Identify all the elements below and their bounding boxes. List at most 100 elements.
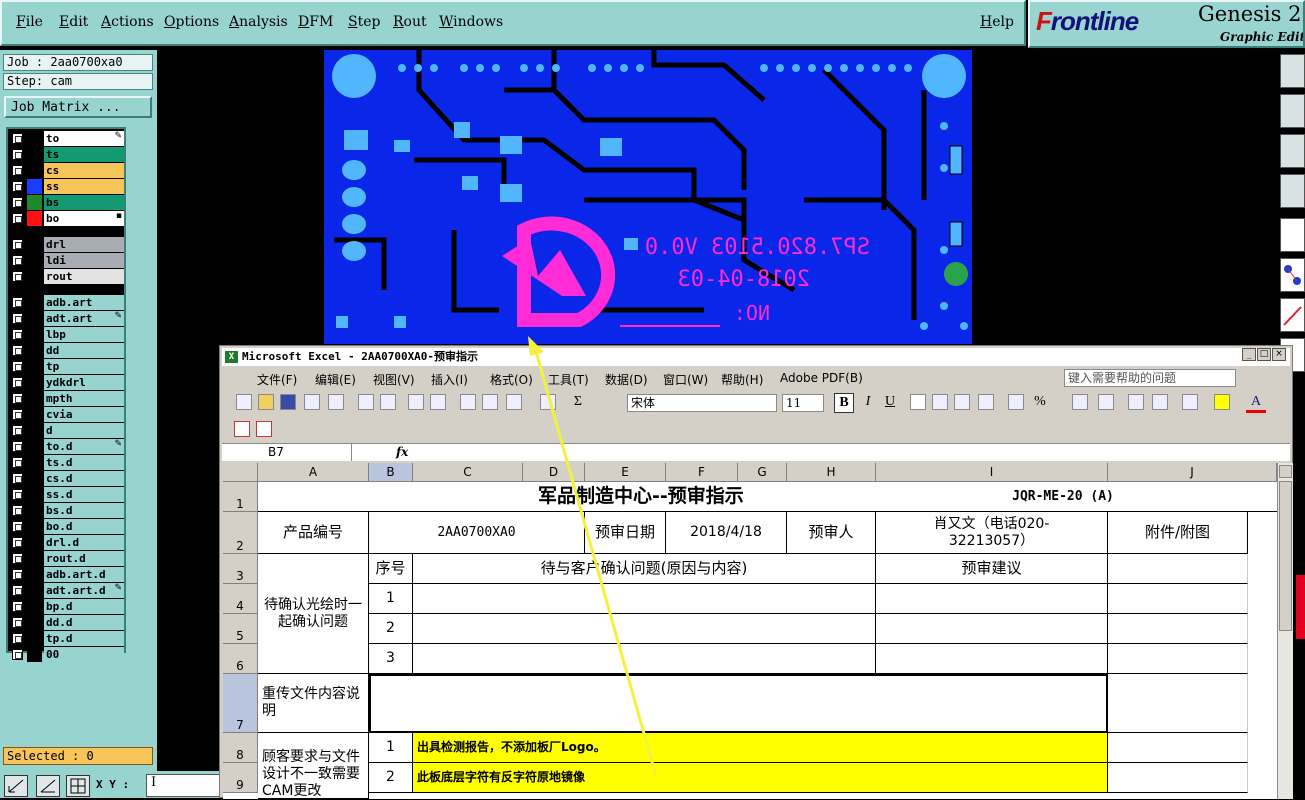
layer-name[interactable]: ldi bbox=[44, 253, 124, 268]
fill-color-icon[interactable] bbox=[1214, 394, 1230, 410]
layer-row[interactable]: d bbox=[10, 423, 124, 438]
reviewer-label[interactable]: 预审人 bbox=[787, 512, 876, 554]
font-size-select[interactable]: 11 bbox=[782, 394, 824, 412]
layer-checkbox[interactable] bbox=[12, 297, 23, 308]
layer-color-swatch[interactable] bbox=[27, 455, 42, 470]
column-header[interactable]: G bbox=[738, 463, 787, 482]
row-header[interactable]: 2 bbox=[223, 512, 258, 554]
xl-menu-file[interactable]: 文件(F) bbox=[257, 371, 297, 388]
layer-color-swatch[interactable] bbox=[27, 567, 42, 582]
menu-analysis[interactable]: Analysis bbox=[229, 14, 288, 30]
layer-row[interactable]: tp bbox=[10, 359, 124, 374]
menu-rout[interactable]: Rout bbox=[393, 14, 427, 30]
layer-color-swatch[interactable] bbox=[27, 423, 42, 438]
menu-help[interactable]: Help bbox=[980, 14, 1014, 30]
layer-row[interactable]: ts.d bbox=[10, 455, 124, 470]
layer-color-swatch[interactable] bbox=[27, 131, 42, 146]
align-center-icon[interactable] bbox=[932, 394, 948, 410]
menu-step[interactable]: Step bbox=[348, 14, 380, 30]
outdent-icon[interactable] bbox=[1128, 394, 1144, 410]
italic-icon[interactable]: I bbox=[858, 393, 878, 413]
layer-name[interactable]: adb.art bbox=[44, 295, 124, 310]
issue-cell[interactable] bbox=[413, 584, 876, 614]
indent-icon[interactable] bbox=[1152, 394, 1168, 410]
attachment-label[interactable]: 附件/附图 bbox=[1108, 512, 1248, 554]
layer-name[interactable]: lbp bbox=[44, 327, 124, 342]
suggestion-header[interactable]: 预审建议 bbox=[876, 554, 1108, 584]
layer-checkbox[interactable] bbox=[12, 181, 23, 192]
row-header[interactable]: 1 bbox=[223, 482, 258, 512]
move-up-icon[interactable] bbox=[1280, 54, 1305, 88]
layer-row[interactable]: rout.d bbox=[10, 551, 124, 566]
pending-issues-label[interactable]: 待确认光绘时一起确认问题 bbox=[258, 554, 369, 674]
bold-icon[interactable]: B bbox=[834, 393, 854, 413]
layer-checkbox[interactable] bbox=[12, 345, 23, 356]
layer-name[interactable]: cvia bbox=[44, 407, 124, 422]
layer-name[interactable]: bp.d bbox=[44, 599, 124, 614]
layer-checkbox[interactable] bbox=[12, 457, 23, 468]
layer-checkbox[interactable] bbox=[12, 149, 23, 160]
menu-edit[interactable]: Edit bbox=[59, 14, 88, 30]
review-date-value[interactable]: 2018/4/18 bbox=[666, 512, 787, 554]
layer-name[interactable]: 00 bbox=[44, 647, 124, 662]
layer-row[interactable]: ldi bbox=[10, 253, 124, 268]
layer-color-swatch[interactable] bbox=[27, 551, 42, 566]
issue-header[interactable]: 待与客户确认问题(原因与内容) bbox=[413, 554, 876, 584]
layer-checkbox[interactable] bbox=[12, 537, 23, 548]
layer-name[interactable]: ss bbox=[44, 179, 124, 194]
layer-color-swatch[interactable] bbox=[27, 487, 42, 502]
doc-code-cell[interactable]: JQR-ME-20 (A) bbox=[963, 482, 1163, 512]
spelling-icon[interactable] bbox=[408, 394, 424, 410]
layer-name[interactable]: bo.d bbox=[44, 519, 124, 534]
layer-checkbox[interactable] bbox=[12, 569, 23, 580]
layer-color-swatch[interactable] bbox=[27, 375, 42, 390]
menu-dfm[interactable]: DFM bbox=[298, 14, 333, 30]
layer-name[interactable]: to.d bbox=[44, 439, 124, 454]
layer-row[interactable]: bo ▪ bbox=[10, 211, 124, 226]
column-header[interactable]: I bbox=[876, 463, 1108, 482]
xy-input[interactable]: I bbox=[146, 774, 220, 797]
layer-checkbox[interactable] bbox=[12, 313, 23, 324]
vertical-scrollbar[interactable] bbox=[1277, 463, 1293, 799]
column-header[interactable]: H bbox=[787, 463, 876, 482]
layer-row[interactable]: adt.art.d ✎ bbox=[10, 583, 124, 598]
empty-cell[interactable] bbox=[1108, 554, 1248, 584]
grid-snap-icon[interactable] bbox=[66, 775, 90, 797]
product-no-label[interactable]: 产品编号 bbox=[258, 512, 369, 554]
layer-color-swatch[interactable] bbox=[27, 407, 42, 422]
layer-color-swatch[interactable] bbox=[27, 211, 42, 226]
layer-name[interactable]: adb.art.d bbox=[44, 567, 124, 582]
empty-cell[interactable] bbox=[1108, 674, 1248, 733]
layer-row[interactable]: bs bbox=[10, 195, 124, 210]
minimize-icon[interactable]: _ bbox=[1242, 348, 1256, 361]
layer-color-swatch[interactable] bbox=[27, 583, 42, 598]
layer-row[interactable]: drl bbox=[10, 237, 124, 252]
layer-row[interactable]: rout bbox=[10, 269, 124, 284]
layer-name[interactable]: tp bbox=[44, 359, 124, 374]
layer-row[interactable]: bs.d bbox=[10, 503, 124, 518]
layer-checkbox[interactable] bbox=[12, 239, 23, 250]
suggestion-cell[interactable] bbox=[876, 644, 1108, 674]
align-right-icon[interactable] bbox=[954, 394, 970, 410]
xl-menu-help[interactable]: 帮助(H) bbox=[721, 371, 763, 388]
layer-checkbox[interactable] bbox=[12, 329, 23, 340]
measure-icon[interactable] bbox=[36, 775, 60, 797]
layer-color-swatch[interactable] bbox=[27, 237, 42, 252]
requirement-cell[interactable]: 出具检测报告，不添加板厂Logo。 bbox=[413, 733, 1108, 763]
layer-color-swatch[interactable] bbox=[27, 439, 42, 454]
issue-cell[interactable] bbox=[413, 644, 876, 674]
decrease-decimal-icon[interactable] bbox=[1098, 394, 1114, 410]
paste-icon[interactable] bbox=[506, 394, 522, 410]
layer-color-swatch[interactable] bbox=[27, 179, 42, 194]
increase-decimal-icon[interactable] bbox=[1072, 394, 1088, 410]
layer-color-swatch[interactable] bbox=[27, 327, 42, 342]
layer-name[interactable]: rout bbox=[44, 269, 124, 284]
column-header[interactable]: E bbox=[585, 463, 666, 482]
cam-change-label[interactable]: 顾客要求与文件设计不一致需要CAM更改 bbox=[258, 733, 369, 799]
seq-cell[interactable]: 1 bbox=[369, 733, 413, 763]
seq-cell[interactable]: 3 bbox=[369, 644, 413, 674]
layer-checkbox[interactable] bbox=[12, 649, 23, 660]
layer-checkbox[interactable] bbox=[12, 255, 23, 266]
layer-checkbox[interactable] bbox=[12, 213, 23, 224]
layer-checkbox[interactable] bbox=[12, 601, 23, 612]
